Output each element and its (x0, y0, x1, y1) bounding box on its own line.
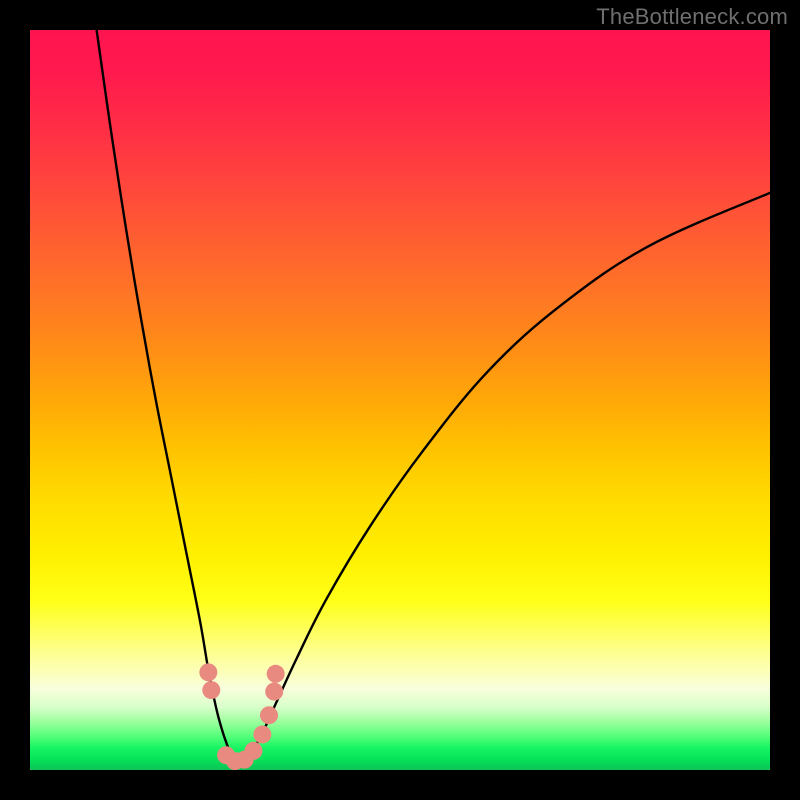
watermark-text: TheBottleneck.com (596, 4, 788, 30)
data-marker (199, 663, 217, 681)
data-marker (265, 683, 283, 701)
data-marker (260, 706, 278, 724)
curve-right-branch (237, 193, 770, 761)
chart-frame: TheBottleneck.com (0, 0, 800, 800)
data-marker (267, 665, 285, 683)
curve-left-branch (97, 30, 238, 761)
curve-layer (30, 30, 770, 770)
data-marker (253, 725, 271, 743)
data-marker (202, 681, 220, 699)
data-marker (244, 742, 262, 760)
plot-area (30, 30, 770, 770)
